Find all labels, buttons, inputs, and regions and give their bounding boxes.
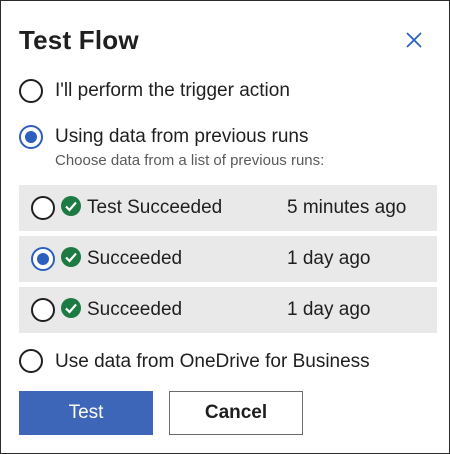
check-circle-icon (61, 247, 81, 267)
check-circle-icon (61, 196, 81, 216)
dialog-title: Test Flow (19, 25, 139, 55)
radio-onedrive[interactable] (19, 349, 43, 373)
cancel-button[interactable]: Cancel (169, 391, 303, 435)
run-time: 1 day ago (287, 299, 371, 320)
check-circle-icon (61, 298, 81, 318)
run-row[interactable]: Test Succeeded 5 minutes ago (19, 185, 437, 231)
run-status: Succeeded (87, 248, 183, 269)
run-radio[interactable] (31, 298, 55, 322)
run-radio[interactable] (31, 247, 55, 271)
run-row[interactable]: Succeeded 1 day ago (19, 287, 437, 333)
run-status: Test Succeeded (87, 197, 223, 218)
radio-perform-trigger[interactable] (19, 79, 43, 103)
run-time: 1 day ago (287, 248, 371, 269)
run-radio[interactable] (31, 196, 55, 220)
run-status: Succeeded (87, 299, 183, 320)
test-button[interactable]: Test (19, 391, 153, 435)
option-previous-runs-label[interactable]: Using data from previous runs (55, 126, 308, 148)
test-flow-dialog: Test Flow I'll perform the trigger actio… (0, 0, 450, 454)
run-row[interactable]: Succeeded 1 day ago (19, 236, 437, 282)
option-previous-runs-hint: Choose data from a list of previous runs… (55, 152, 325, 169)
option-perform-trigger-label[interactable]: I'll perform the trigger action (55, 80, 290, 102)
option-onedrive-label[interactable]: Use data from OneDrive for Business (55, 351, 370, 373)
run-time: 5 minutes ago (287, 197, 407, 218)
radio-previous-runs[interactable] (19, 125, 43, 149)
close-icon[interactable] (401, 27, 427, 53)
